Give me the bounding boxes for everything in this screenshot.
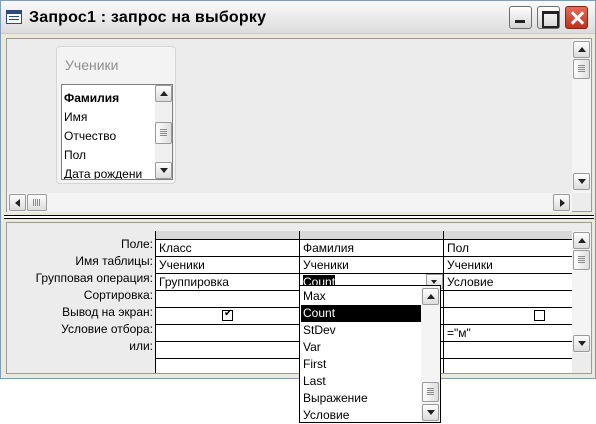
close-button[interactable]	[565, 6, 588, 29]
row-label-criteria: Условие отбора:	[61, 322, 153, 336]
arrow-down-icon	[427, 410, 435, 415]
arrow-up-icon	[578, 47, 586, 52]
scroll-thumb[interactable]	[155, 122, 172, 144]
row-label-total: Групповая операция:	[35, 271, 153, 285]
cell-table[interactable]: Ученики	[159, 258, 205, 272]
field-item[interactable]: Имя	[64, 110, 87, 124]
cell-table[interactable]: Ученики	[303, 258, 349, 272]
field-item[interactable]: Пол	[64, 148, 86, 162]
pane-splitter[interactable]	[4, 215, 594, 219]
column-selector[interactable]	[300, 231, 443, 239]
cell-field[interactable]: Пол	[447, 241, 469, 255]
scroll-thumb[interactable]	[573, 59, 590, 79]
table-field-list[interactable]: Ученики Фамилия Имя Отчество Пол Дата ро…	[56, 46, 176, 184]
maximize-button[interactable]	[537, 6, 560, 29]
scroll-right-button[interactable]	[553, 194, 570, 211]
dropdown-option[interactable]: Условие	[301, 407, 421, 422]
query-design-icon[interactable]	[6, 10, 22, 24]
arrow-up-icon	[578, 238, 586, 243]
cell-field[interactable]: Класс	[159, 241, 192, 255]
row-label-or: или:	[129, 339, 153, 353]
dropdown-option[interactable]: Max	[301, 288, 421, 305]
arrow-up-icon	[160, 91, 168, 96]
scroll-thumb[interactable]	[573, 250, 590, 270]
title-bar[interactable]: Запрос1 : запрос на выборку	[1, 1, 595, 34]
cell-total[interactable]: Группировка	[159, 275, 229, 289]
scroll-down-button[interactable]	[422, 404, 439, 421]
cell-total[interactable]: Условие	[447, 275, 493, 289]
arrow-up-icon	[427, 294, 435, 299]
total-dropdown-list[interactable]: Max Count StDev Var First Last Выражение…	[299, 285, 441, 423]
query-window: Запрос1 : запрос на выборку Ученики Фами…	[0, 0, 596, 379]
scroll-down-button[interactable]	[155, 162, 172, 179]
scroll-up-button[interactable]	[573, 232, 590, 249]
field-item[interactable]: Дата рождени	[64, 167, 142, 179]
scroll-thumb[interactable]	[27, 194, 47, 211]
arrow-down-icon	[578, 341, 586, 346]
cell-criteria[interactable]: ="м"	[447, 326, 471, 340]
field-item[interactable]: Отчество	[64, 129, 116, 143]
scroll-up-button[interactable]	[155, 85, 172, 102]
show-checkbox[interactable]	[534, 310, 545, 321]
row-label-show: Вывод на экран:	[62, 305, 153, 319]
arrow-left-icon	[15, 199, 20, 207]
row-label-sort: Сортировка:	[83, 288, 153, 302]
dropdown-option[interactable]: Выражение	[301, 390, 421, 407]
upper-hscroll-track[interactable]	[7, 193, 572, 212]
scroll-left-button[interactable]	[9, 194, 26, 211]
dropdown-option-selected[interactable]: Count	[301, 305, 421, 322]
field-item[interactable]: Фамилия	[64, 91, 119, 105]
dropdown-option[interactable]: StDev	[301, 322, 421, 339]
table-caption[interactable]: Ученики	[65, 57, 118, 73]
arrow-right-icon	[560, 199, 565, 207]
minimize-button[interactable]	[509, 6, 532, 29]
column-selector[interactable]	[156, 231, 299, 239]
row-label-field: Поле:	[120, 237, 153, 251]
show-checkbox[interactable]	[222, 308, 233, 321]
window-title: Запрос1 : запрос на выборку	[29, 9, 267, 26]
column-selector[interactable]	[444, 231, 572, 239]
cell-table[interactable]: Ученики	[447, 258, 493, 272]
scroll-up-button[interactable]	[422, 288, 439, 305]
table-pane: Ученики Фамилия Имя Отчество Пол Дата ро…	[6, 38, 592, 212]
dropdown-option[interactable]: Last	[301, 373, 421, 390]
field-list-scrollbar[interactable]	[155, 85, 172, 179]
scroll-up-button[interactable]	[573, 41, 590, 58]
field-list[interactable]: Фамилия Имя Отчество Пол Дата рождени	[61, 84, 173, 180]
scroll-thumb[interactable]	[422, 382, 439, 402]
arrow-down-icon	[578, 179, 586, 184]
dropdown-option[interactable]: Var	[301, 339, 421, 356]
dropdown-option[interactable]: First	[301, 356, 421, 373]
scroll-down-button[interactable]	[573, 173, 590, 190]
cell-field[interactable]: Фамилия	[303, 241, 354, 255]
row-label-table: Имя таблицы:	[75, 254, 153, 268]
chevron-down-icon	[431, 280, 437, 284]
scroll-down-button[interactable]	[573, 335, 590, 352]
arrow-down-icon	[160, 168, 168, 173]
